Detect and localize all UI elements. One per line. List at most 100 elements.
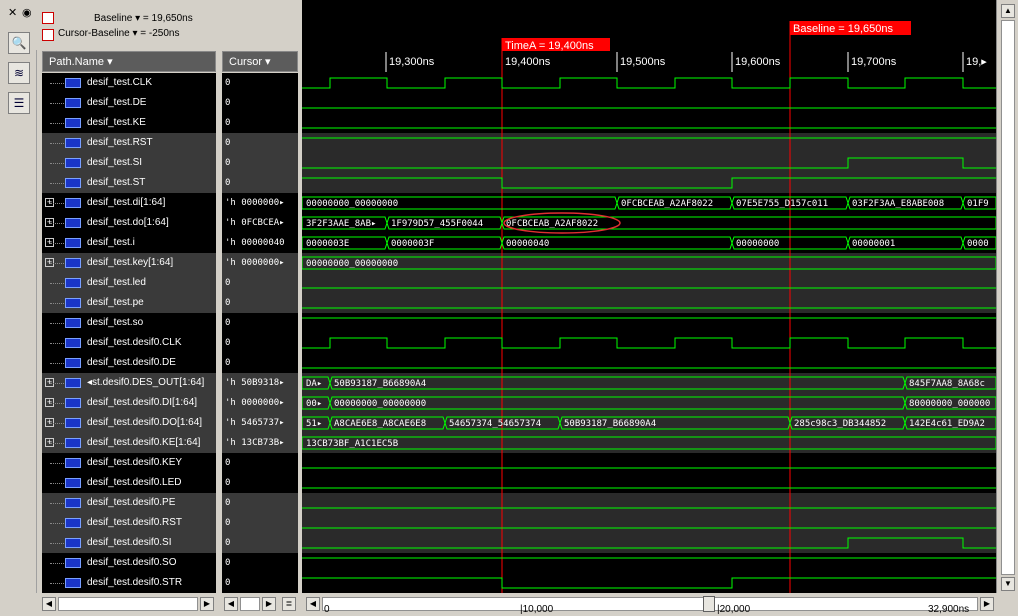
bus-value-label: 0FCBCEAB_A2AF8022 (506, 219, 598, 229)
signal-row[interactable]: desif_test.SI (42, 153, 216, 173)
time-tick-label: 19,300ns (389, 56, 435, 68)
row-band (302, 533, 996, 553)
bus-value-label: 00000000_00000000 (334, 399, 426, 409)
signal-row[interactable]: desif_test.so (42, 313, 216, 333)
signal-row[interactable]: desif_test.desif0.SI (42, 533, 216, 553)
signal-row[interactable]: desif_test.ST (42, 173, 216, 193)
bus-value-label: 1F979D57_455F0044 (391, 219, 483, 229)
baseline-icon[interactable] (42, 12, 54, 24)
cursor-column-header[interactable]: Cursor ▾ (222, 51, 298, 72)
values-scroll-right-button[interactable]: ▶ (262, 597, 276, 611)
signal-value: 0 (225, 458, 231, 468)
signal-icon (65, 478, 81, 488)
waveform-svg[interactable]: 0ns19,300ns19,400ns19,500ns19,600ns19,70… (302, 0, 996, 593)
bus-value-label: 50B93187_B66890A4 (334, 379, 426, 389)
signal-row[interactable]: desif_test.desif0.PE (42, 493, 216, 513)
signal-value: 'h 13CB73B▸ (225, 438, 285, 448)
signal-value: 'h 0000000▸ (225, 258, 285, 268)
time-scroll-thumb[interactable] (703, 596, 715, 612)
signal-value: 'h 0000000▸ (225, 398, 285, 408)
values-scroll-left-button[interactable]: ◀ (224, 597, 238, 611)
path-name-column-header[interactable]: Path.Name ▾ (42, 51, 216, 72)
values-menu-button[interactable]: ≣ (282, 597, 296, 611)
signal-row[interactable]: + desif_test.do[1:64] (42, 213, 216, 233)
signal-row[interactable]: + desif_test.desif0.KE[1:64] (42, 433, 216, 453)
signal-value-row: 0 (222, 153, 298, 173)
signal-row[interactable]: desif_test.pe (42, 293, 216, 313)
signal-row[interactable]: + desif_test.di[1:64] (42, 193, 216, 213)
signal-row[interactable]: + desif_test.desif0.DO[1:64] (42, 413, 216, 433)
vertical-scrollbar[interactable]: ▲ ▼ (996, 0, 1018, 593)
signal-name: ◂st.desif0.DES_OUT[1:64] (87, 377, 205, 388)
time-scroll-track[interactable] (322, 597, 978, 611)
time-scroll-right-button[interactable]: ▶ (980, 597, 994, 611)
signal-row[interactable]: + ◂st.desif0.DES_OUT[1:64] (42, 373, 216, 393)
signal-row[interactable]: desif_test.desif0.LED (42, 473, 216, 493)
bus-signal-icon (65, 198, 81, 208)
close-icon[interactable]: ✕ (8, 6, 17, 19)
tree-line (50, 323, 64, 324)
signal-value: 0 (225, 538, 231, 548)
bus-value-label: 845F7AA8_8A68c (909, 379, 985, 389)
signal-row[interactable]: + desif_test.i (42, 233, 216, 253)
row-band (302, 433, 996, 453)
bus-signal-icon (65, 378, 81, 388)
signal-row[interactable]: desif_test.desif0.CLK (42, 333, 216, 353)
signal-icon (65, 158, 81, 168)
signal-value: 0 (225, 518, 231, 528)
tree-line (50, 343, 64, 344)
signal-value-row: 'h 00000040 (222, 233, 298, 253)
time-tick-label: 19,600ns (735, 56, 781, 68)
row-band (302, 273, 996, 293)
signal-value: 'h 50B9318▸ (225, 378, 285, 388)
signal-row[interactable]: desif_test.desif0.RST (42, 513, 216, 533)
signal-row[interactable]: desif_test.desif0.STR (42, 573, 216, 593)
signal-name: desif_test.i (87, 237, 135, 248)
signal-row[interactable]: desif_test.CLK (42, 73, 216, 93)
time-tick-label: 19,500ns (620, 56, 666, 68)
signal-name-list[interactable]: desif_test.CLK desif_test.DE desif_test.KE… (42, 73, 216, 593)
bus-value-label: 142E4c61_ED9A2 (909, 419, 985, 429)
tree-line (50, 83, 64, 84)
signal-icon (65, 498, 81, 508)
names-scroll-track[interactable] (58, 597, 198, 611)
tree-line (50, 143, 64, 144)
signal-value-row: 0 (222, 333, 298, 353)
signal-value-row: 0 (222, 313, 298, 333)
signal-name: desif_test.CLK (87, 77, 153, 88)
signal-row[interactable]: desif_test.led (42, 273, 216, 293)
zoom-search-icon[interactable]: 🔍 (8, 32, 30, 54)
values-scroll-track[interactable] (240, 597, 260, 611)
signal-value: 0 (225, 98, 231, 108)
signal-list-icon[interactable]: ☰ (8, 92, 30, 114)
scroll-up-button[interactable]: ▲ (1001, 4, 1015, 18)
signal-row[interactable]: + desif_test.desif0.DI[1:64] (42, 393, 216, 413)
signal-row[interactable]: desif_test.desif0.SO (42, 553, 216, 573)
signal-row[interactable]: desif_test.desif0.DE (42, 353, 216, 373)
signal-row[interactable]: + desif_test.key[1:64] (42, 253, 216, 273)
cursor-baseline-icon[interactable] (42, 29, 54, 41)
tree-line (50, 123, 64, 124)
baseline-readout[interactable]: Baseline ▾ = 19,650ns (94, 13, 193, 24)
signal-name: desif_test.desif0.KEY (87, 457, 183, 468)
signal-row[interactable]: desif_test.RST (42, 133, 216, 153)
vertical-scroll-track[interactable] (1001, 20, 1015, 575)
signal-row[interactable]: desif_test.KE (42, 113, 216, 133)
waveform-pane[interactable]: 0ns19,300ns19,400ns19,500ns19,600ns19,70… (302, 0, 996, 593)
names-scroll-right-button[interactable]: ▶ (200, 597, 214, 611)
cursor-baseline-readout[interactable]: Cursor-Baseline ▾ = -250ns (58, 28, 179, 39)
scroll-down-button[interactable]: ▼ (1001, 577, 1015, 591)
signal-name: desif_test.desif0.PE (87, 497, 176, 508)
tree-line (50, 423, 64, 424)
waveform-tool-icon[interactable]: ≋ (8, 62, 30, 84)
signal-row[interactable]: desif_test.DE (42, 93, 216, 113)
time-scroll-left-button[interactable]: ◀ (306, 597, 320, 611)
tree-line (50, 163, 64, 164)
horizontal-scroll-area: ◀ ▶ ◀ ▶ ≣ ◀ ▶ (0, 593, 1018, 616)
names-scroll-left-button[interactable]: ◀ (42, 597, 56, 611)
signal-row[interactable]: desif_test.desif0.KEY (42, 453, 216, 473)
signal-value-row: 0 (222, 473, 298, 493)
signal-value-row: 'h 5465737▸ (222, 413, 298, 433)
bus-value-label: 0000003E (306, 239, 349, 249)
panel-toggle-icon[interactable]: ◉ (22, 6, 32, 19)
